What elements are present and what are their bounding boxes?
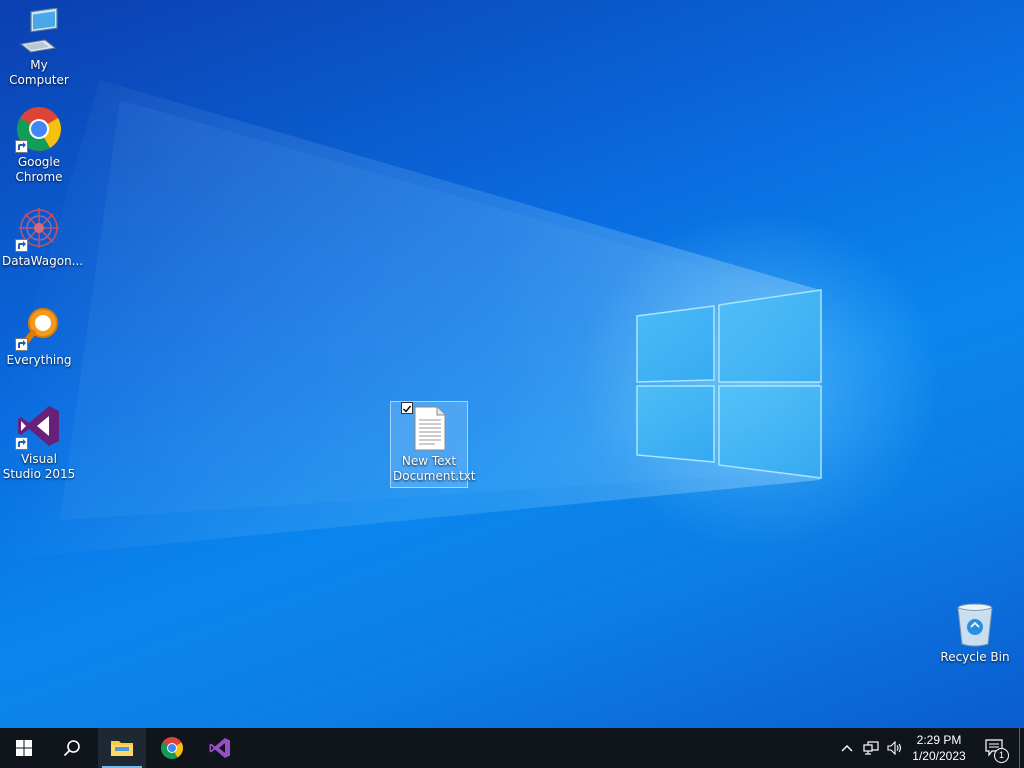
text-document-icon xyxy=(401,402,453,452)
chrome-icon xyxy=(15,105,63,153)
show-desktop-button[interactable] xyxy=(1019,728,1024,768)
shortcut-arrow-icon xyxy=(15,140,28,153)
taskbar-app-google-chrome[interactable] xyxy=(148,728,196,768)
desktop-icon-label: New Text Document.txt xyxy=(393,454,476,483)
selection-checkbox[interactable] xyxy=(401,402,413,414)
show-hidden-icons-button[interactable] xyxy=(836,728,858,768)
notification-count-badge: 1 xyxy=(994,748,1009,763)
taskbar: 2:29 PM 1/20/2023 1 xyxy=(0,728,1024,768)
visual-studio-icon xyxy=(209,738,230,758)
speaker-icon xyxy=(887,741,902,755)
search-icon xyxy=(63,740,80,757)
desktop-icon-label: Recycle Bin xyxy=(940,650,1010,664)
clock-date: 1/20/2023 xyxy=(912,749,966,763)
desktop-icon-datawagon[interactable]: DataWagon... xyxy=(0,202,84,272)
volume-button[interactable] xyxy=(884,728,906,768)
everything-icon xyxy=(15,303,63,351)
shortcut-arrow-icon xyxy=(15,338,28,351)
shortcut-arrow-icon xyxy=(15,239,28,252)
taskbar-clock[interactable]: 2:29 PM 1/20/2023 xyxy=(904,728,974,768)
datawagon-icon xyxy=(15,204,63,252)
desktop-icon-visual-studio-2015[interactable]: Visual Studio 2015 xyxy=(0,400,78,485)
computer-icon xyxy=(15,7,63,56)
desktop[interactable]: My Computer Google Chrome DataWagon... E… xyxy=(0,0,1024,728)
desktop-icon-recycle-bin[interactable]: Recycle Bin xyxy=(936,598,1014,668)
taskbar-app-visual-studio[interactable] xyxy=(196,728,244,768)
desktop-icon-label: My Computer xyxy=(9,58,69,87)
desktop-icon-my-computer[interactable]: My Computer xyxy=(0,6,78,91)
desktop-icon-google-chrome[interactable]: Google Chrome xyxy=(0,103,78,188)
chrome-icon xyxy=(161,737,183,759)
shortcut-arrow-icon xyxy=(15,437,28,450)
network-icon xyxy=(863,741,879,755)
windows-start-icon xyxy=(16,740,32,756)
search-button[interactable] xyxy=(48,728,96,768)
clock-time: 2:29 PM xyxy=(916,733,962,747)
desktop-icon-label: Visual Studio 2015 xyxy=(2,452,76,481)
network-button[interactable] xyxy=(860,728,882,768)
desktop-icon-everything[interactable]: Everything xyxy=(0,301,78,371)
desktop-icon-label: Google Chrome xyxy=(15,155,63,184)
action-center-button[interactable]: 1 xyxy=(978,728,1012,768)
desktop-icon-new-text-document[interactable]: New Text Document.txt xyxy=(390,401,476,488)
windows-logo-wallpaper xyxy=(636,289,822,479)
desktop-icon-label: DataWagon... xyxy=(2,254,84,268)
start-button[interactable] xyxy=(0,728,48,768)
visual-studio-icon xyxy=(15,402,63,450)
recycle-bin-icon xyxy=(951,600,999,648)
desktop-icon-label: Everything xyxy=(6,353,72,367)
folder-icon xyxy=(111,741,133,756)
taskbar-app-file-explorer[interactable] xyxy=(98,728,146,768)
chevron-up-icon xyxy=(841,745,853,752)
